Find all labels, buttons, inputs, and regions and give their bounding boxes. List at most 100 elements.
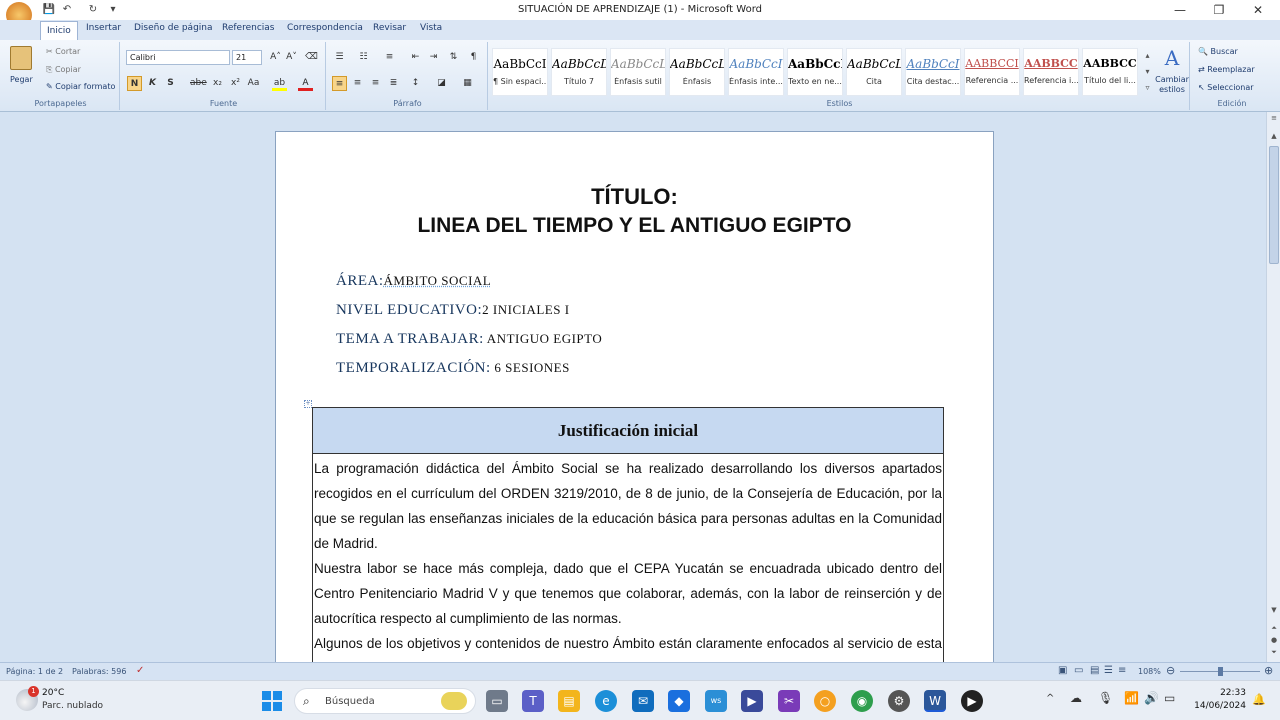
restore-button[interactable]: ❐ <box>1199 0 1239 20</box>
minimize-button[interactable]: — <box>1160 0 1200 20</box>
tab-inicio[interactable]: Inicio <box>40 21 78 40</box>
clock-date[interactable]: 14/06/2024 <box>1190 701 1246 711</box>
shrink-font-icon[interactable]: A˅ <box>284 50 299 65</box>
style-texto-negrita[interactable]: AaBbCcI Texto en ne... <box>787 48 843 96</box>
paste-button[interactable]: Pegar <box>10 75 33 84</box>
style-enfasis[interactable]: AaBbCcL Énfasis <box>669 48 725 96</box>
weather-temp[interactable]: 20°C <box>42 688 64 698</box>
snipping-tool-icon[interactable]: ✂ <box>778 690 800 712</box>
style-enfasis-sutil[interactable]: AaBbCcL Énfasis sutil <box>610 48 666 96</box>
app-icon[interactable]: ws <box>705 690 727 712</box>
clock-time[interactable]: 22:33 <box>1196 688 1246 698</box>
word-icon[interactable]: W <box>924 690 946 712</box>
justify-icon[interactable]: ≣ <box>386 76 401 91</box>
styles-scroll-icon[interactable]: ▴ ▾ ▿ <box>1140 48 1155 96</box>
change-case-icon[interactable]: Aa <box>246 76 261 91</box>
style-titulo-7[interactable]: AaBbCcD Título 7 <box>551 48 607 96</box>
highlight-icon[interactable]: ab <box>272 76 287 91</box>
tab-vista[interactable]: Vista <box>420 23 442 33</box>
borders-icon[interactable]: ▦ <box>460 76 475 91</box>
align-left-icon[interactable]: ≡ <box>332 76 347 91</box>
windows-start-icon[interactable] <box>262 691 282 711</box>
align-right-icon[interactable]: ≡ <box>368 76 383 91</box>
select-button[interactable]: ↖ Seleccionar <box>1198 83 1254 92</box>
document-area[interactable]: TÍTULO: LINEA DEL TIEMPO Y EL ANTIGUO EG… <box>0 112 1266 662</box>
decrease-indent-icon[interactable]: ⇤ <box>408 50 423 65</box>
notification-bell-icon[interactable]: 🔔 <box>1252 693 1266 706</box>
task-view-icon[interactable]: ▭ <box>486 690 508 712</box>
style-sin-espaciado[interactable]: AaBbCcI ¶ Sin espaci... <box>492 48 548 96</box>
scroll-down-icon[interactable]: ▼ <box>1269 606 1279 616</box>
justification-table[interactable]: Justificación inicial La programación di… <box>312 407 944 662</box>
align-center-icon[interactable]: ≡ <box>350 76 365 91</box>
clear-format-icon[interactable]: ⌫ <box>304 50 319 65</box>
multilevel-list-icon[interactable]: ≡ <box>382 50 397 65</box>
dropbox-icon[interactable]: ◆ <box>668 690 690 712</box>
previous-page-icon[interactable]: ⏶ <box>1269 624 1279 634</box>
word-count[interactable]: Palabras: 596 <box>72 667 126 676</box>
full-screen-reading-icon[interactable]: ▭ <box>1074 665 1083 676</box>
page-count[interactable]: Página: 1 de 2 <box>6 667 63 676</box>
pilcrow-icon[interactable]: ¶ <box>466 50 481 65</box>
font-size-combo[interactable]: 21 <box>232 50 262 65</box>
sort-icon[interactable]: ⇅ <box>446 50 461 65</box>
style-cita-destacada[interactable]: AaBbCcI Cita destac... <box>905 48 961 96</box>
format-painter-button[interactable]: ✎ Copiar formato <box>46 82 115 91</box>
bullets-icon[interactable]: ☰ <box>332 50 347 65</box>
vertical-scrollbar[interactable]: ≡ ▲ ▼ ⏶ ● ⏷ <box>1266 112 1280 662</box>
app-circle-icon[interactable]: ○ <box>814 690 836 712</box>
show-hidden-icons[interactable]: ^ <box>1046 693 1054 704</box>
numbering-icon[interactable]: ☷ <box>356 50 371 65</box>
change-styles-icon[interactable]: A <box>1154 46 1190 70</box>
replace-button[interactable]: ⇄ Reemplazar <box>1198 65 1255 74</box>
microphone-icon[interactable]: 🎙 <box>1098 691 1113 705</box>
cloud-icon[interactable]: ☁ <box>1070 691 1082 705</box>
cut-button[interactable]: ✂ Cortar <box>46 47 80 56</box>
chrome-icon[interactable]: ◉ <box>851 690 873 712</box>
font-color-icon[interactable]: A <box>298 76 313 91</box>
video-editor-icon[interactable]: ▶ <box>741 690 763 712</box>
scroll-up-icon[interactable]: ▲ <box>1269 132 1279 142</box>
tab-diseno[interactable]: Diseño de página <box>134 23 213 33</box>
subscript-icon[interactable]: x₂ <box>210 76 225 91</box>
tab-insertar[interactable]: Insertar <box>86 23 121 33</box>
edge-icon[interactable]: e <box>595 690 617 712</box>
zoom-in-icon[interactable]: ⊕ <box>1264 664 1273 677</box>
draft-icon[interactable]: ≡ <box>1118 665 1126 676</box>
italic-button[interactable]: K <box>145 76 160 91</box>
style-cita[interactable]: AaBbCcL Cita <box>846 48 902 96</box>
zoom-level[interactable]: 108% <box>1138 667 1161 676</box>
line-spacing-icon[interactable]: ↕ <box>408 76 423 91</box>
media-player-icon[interactable]: ▶ <box>961 690 983 712</box>
mail-icon[interactable]: ✉ <box>632 690 654 712</box>
teams-icon[interactable]: T <box>522 690 544 712</box>
table-body[interactable]: La programación didáctica del Ámbito Soc… <box>313 456 943 662</box>
document-page[interactable]: TÍTULO: LINEA DEL TIEMPO Y EL ANTIGUO EG… <box>275 131 994 662</box>
underline-button[interactable]: S <box>163 76 178 91</box>
scroll-thumb[interactable] <box>1269 146 1279 264</box>
paste-icon[interactable] <box>10 46 32 70</box>
proofing-icon[interactable]: ✓ <box>136 665 144 676</box>
browse-object-icon[interactable]: ● <box>1269 636 1279 646</box>
wifi-icon[interactable]: 📶 <box>1124 691 1139 705</box>
strikethrough-icon[interactable]: abe <box>190 76 207 91</box>
search-box[interactable]: ⌕ Búsqueda <box>294 688 476 714</box>
print-layout-icon[interactable]: ▣ <box>1058 665 1067 676</box>
close-button[interactable]: ✕ <box>1238 0 1278 20</box>
weather-desc[interactable]: Parc. nublado <box>42 701 103 711</box>
zoom-out-icon[interactable]: ⊖ <box>1166 664 1175 677</box>
copy-button[interactable]: ⎘ Copiar <box>46 65 81 75</box>
file-explorer-icon[interactable]: ▤ <box>558 690 580 712</box>
tab-revisar[interactable]: Revisar <box>373 23 406 33</box>
increase-indent-icon[interactable]: ⇥ <box>426 50 441 65</box>
font-name-combo[interactable]: Calibri <box>126 50 230 65</box>
style-referencia-intensa[interactable]: AABBCC Referencia i... <box>1023 48 1079 96</box>
superscript-icon[interactable]: x² <box>228 76 243 91</box>
grow-font-icon[interactable]: A˄ <box>268 50 283 65</box>
style-referencia-sutil[interactable]: AABBCCI Referencia ... <box>964 48 1020 96</box>
next-page-icon[interactable]: ⏷ <box>1269 648 1279 658</box>
tab-correspondencia[interactable]: Correspondencia <box>287 23 363 33</box>
shading-icon[interactable]: ◪ <box>434 76 449 91</box>
zoom-slider-thumb[interactable] <box>1218 667 1223 676</box>
table-move-handle-icon[interactable]: + <box>304 400 312 408</box>
